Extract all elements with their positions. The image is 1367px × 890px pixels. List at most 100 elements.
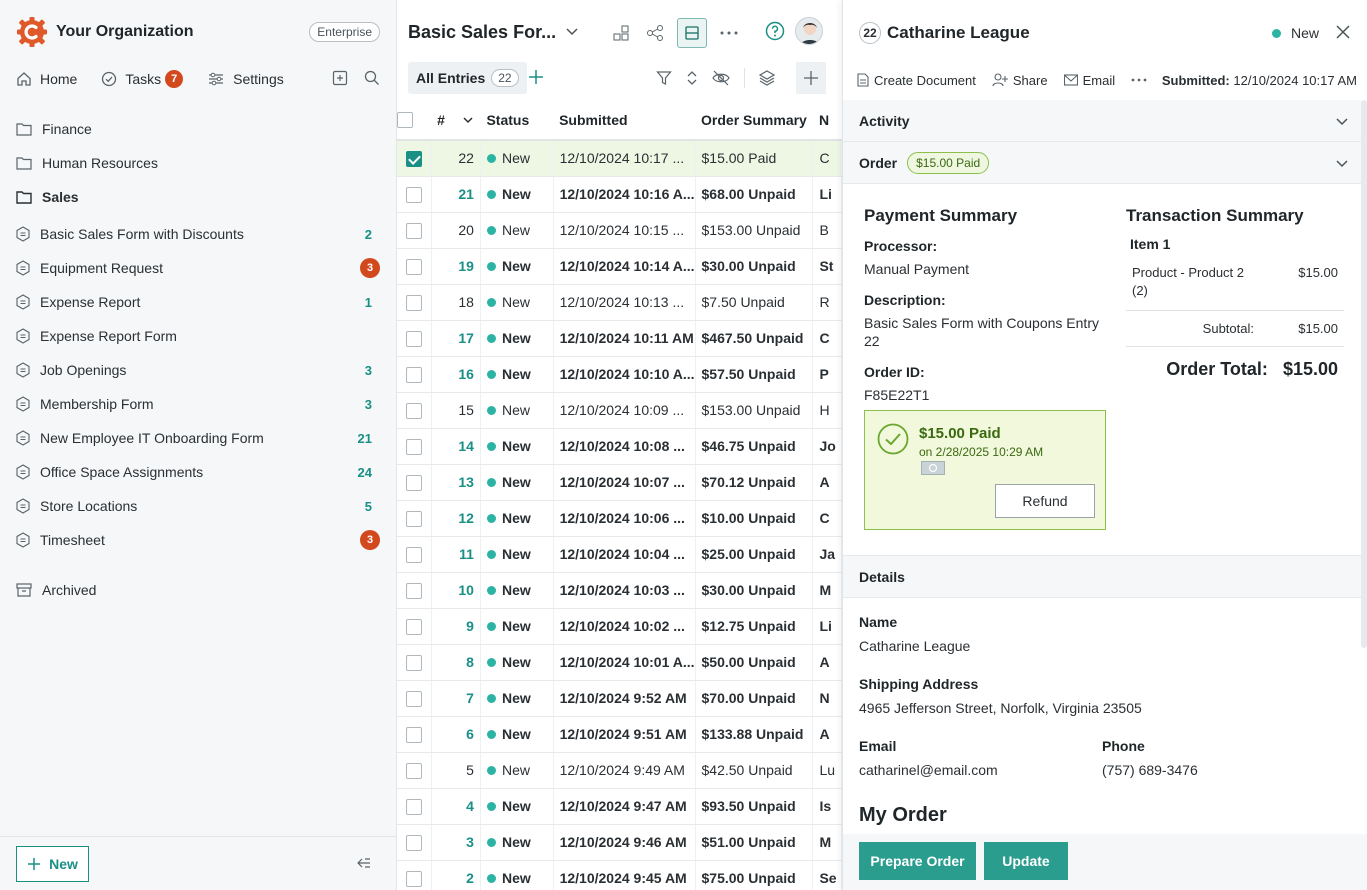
nav-home[interactable]: Home bbox=[16, 71, 77, 87]
row-select-cell[interactable] bbox=[397, 608, 432, 645]
email-button[interactable]: Email bbox=[1063, 73, 1115, 88]
more-icon[interactable] bbox=[717, 19, 741, 47]
submitted-cell[interactable]: 12/10/2024 10:15 ... bbox=[553, 212, 696, 249]
sort-icon[interactable] bbox=[686, 70, 698, 86]
entry-number-cell[interactable]: 12 bbox=[431, 500, 481, 537]
share-nodes-icon[interactable] bbox=[643, 19, 667, 47]
chevron-down-icon[interactable] bbox=[565, 24, 579, 38]
name-cell[interactable]: Jo bbox=[812, 428, 842, 465]
table-row[interactable]: 15 New 12/10/2024 10:09 ... $153.00 Unpaid H bbox=[397, 392, 842, 429]
row-checkbox[interactable] bbox=[405, 798, 422, 815]
status-cell[interactable]: New bbox=[480, 644, 554, 681]
row-select-cell[interactable] bbox=[397, 248, 432, 285]
order-summary-cell[interactable]: $70.12 Unpaid bbox=[695, 464, 814, 501]
submitted-cell[interactable]: 12/10/2024 10:08 ... bbox=[553, 428, 696, 465]
status-cell[interactable]: New bbox=[480, 356, 554, 393]
name-cell[interactable]: C bbox=[812, 500, 842, 537]
filter-icon[interactable] bbox=[656, 70, 672, 86]
name-cell[interactable]: Is bbox=[812, 788, 842, 825]
column-header-status[interactable]: Status bbox=[480, 100, 554, 141]
row-select-cell[interactable] bbox=[397, 680, 432, 717]
name-cell[interactable]: M bbox=[812, 824, 842, 861]
row-checkbox[interactable] bbox=[405, 582, 422, 599]
form-list-item[interactable]: Store Locations 5 bbox=[16, 489, 380, 523]
form-list-item[interactable]: Job Openings 3 bbox=[16, 353, 380, 387]
name-cell[interactable]: A bbox=[812, 644, 842, 681]
table-row[interactable]: 20 New 12/10/2024 10:15 ... $153.00 Unpaid B bbox=[397, 212, 842, 249]
entry-number-cell[interactable]: 19 bbox=[431, 248, 481, 285]
row-select-cell[interactable] bbox=[397, 428, 432, 465]
table-row[interactable]: 7 New 12/10/2024 9:52 AM $70.00 Unpaid N bbox=[397, 680, 842, 717]
add-column-button[interactable] bbox=[796, 62, 826, 94]
row-select-cell[interactable] bbox=[397, 320, 432, 357]
select-all-checkbox[interactable] bbox=[397, 112, 413, 129]
table-row[interactable]: 8 New 12/10/2024 10:01 A... $50.00 Unpaid A bbox=[397, 644, 842, 681]
row-checkbox[interactable] bbox=[405, 330, 422, 347]
nav-settings[interactable]: Settings bbox=[207, 71, 284, 87]
row-checkbox[interactable] bbox=[405, 726, 422, 743]
entry-number-cell[interactable]: 17 bbox=[431, 320, 481, 357]
order-summary-cell[interactable]: $42.50 Unpaid bbox=[695, 752, 814, 789]
update-button[interactable]: Update bbox=[984, 842, 1068, 880]
entry-number-cell[interactable]: 14 bbox=[431, 428, 481, 465]
entry-number-cell[interactable]: 9 bbox=[431, 608, 481, 645]
table-row[interactable]: 17 New 12/10/2024 10:11 AM $467.50 Unpaid C bbox=[397, 320, 842, 357]
row-checkbox[interactable] bbox=[405, 258, 422, 275]
row-select-cell[interactable] bbox=[397, 500, 432, 537]
entry-number-cell[interactable]: 3 bbox=[431, 824, 481, 861]
row-checkbox[interactable] bbox=[405, 546, 422, 563]
row-checkbox[interactable] bbox=[405, 690, 422, 707]
status-cell[interactable]: New bbox=[480, 500, 554, 537]
help-icon[interactable] bbox=[765, 21, 785, 41]
submitted-cell[interactable]: 12/10/2024 10:13 ... bbox=[553, 284, 696, 321]
row-checkbox[interactable] bbox=[405, 366, 422, 383]
status-cell[interactable]: New bbox=[480, 824, 554, 861]
column-header-order-summary[interactable]: Order Summary bbox=[695, 100, 813, 141]
entry-number-cell[interactable]: 21 bbox=[431, 176, 481, 213]
table-row[interactable]: 22 New 12/10/2024 10:17 ... $15.00 Paid C bbox=[397, 140, 842, 177]
form-list-item[interactable]: Expense Report 1 bbox=[16, 285, 380, 319]
name-cell[interactable]: H bbox=[812, 392, 842, 429]
name-cell[interactable]: C bbox=[812, 320, 842, 357]
table-row[interactable]: 12 New 12/10/2024 10:06 ... $10.00 Unpaid C bbox=[397, 500, 842, 537]
entry-number-cell[interactable]: 6 bbox=[431, 716, 481, 753]
table-row[interactable]: 10 New 12/10/2024 10:03 ... $30.00 Unpaid M bbox=[397, 572, 842, 609]
name-cell[interactable]: Se bbox=[812, 860, 842, 890]
archived-item[interactable]: Archived bbox=[16, 573, 96, 607]
entry-number-cell[interactable]: 13 bbox=[431, 464, 481, 501]
entry-number-cell[interactable]: 16 bbox=[431, 356, 481, 393]
order-summary-cell[interactable]: $10.00 Unpaid bbox=[695, 500, 814, 537]
hide-fields-icon[interactable] bbox=[712, 70, 730, 86]
entry-number-cell[interactable]: 4 bbox=[431, 788, 481, 825]
row-select-cell[interactable] bbox=[397, 644, 432, 681]
table-row[interactable]: 4 New 12/10/2024 9:47 AM $93.50 Unpaid Is bbox=[397, 788, 842, 825]
row-checkbox[interactable] bbox=[405, 402, 422, 419]
order-summary-cell[interactable]: $30.00 Unpaid bbox=[695, 248, 814, 285]
status-cell[interactable]: New bbox=[480, 860, 554, 890]
submitted-cell[interactable]: 12/10/2024 9:49 AM bbox=[553, 752, 696, 789]
row-select-cell[interactable] bbox=[397, 284, 432, 321]
table-row[interactable]: 16 New 12/10/2024 10:10 A... $57.50 Unpaid P bbox=[397, 356, 842, 393]
view-all-entries[interactable]: All Entries 22 bbox=[408, 62, 527, 94]
more-icon[interactable] bbox=[1131, 78, 1147, 82]
entry-number-cell[interactable]: 10 bbox=[431, 572, 481, 609]
status-cell[interactable]: New bbox=[480, 392, 554, 429]
prepare-order-button[interactable]: Prepare Order bbox=[859, 842, 976, 880]
workflow-icon[interactable] bbox=[609, 19, 633, 47]
order-summary-cell[interactable]: $15.00 Paid bbox=[695, 140, 814, 177]
entry-number-cell[interactable]: 20 bbox=[431, 212, 481, 249]
create-document-button[interactable]: Create Document bbox=[857, 73, 976, 88]
order-summary-cell[interactable]: $25.00 Unpaid bbox=[695, 536, 814, 573]
new-button[interactable]: New bbox=[16, 846, 89, 882]
layers-icon[interactable] bbox=[759, 70, 775, 86]
status-cell[interactable]: New bbox=[480, 752, 554, 789]
form-list-item[interactable]: Expense Report Form bbox=[16, 319, 380, 353]
table-row[interactable]: 5 New 12/10/2024 9:49 AM $42.50 Unpaid Lu bbox=[397, 752, 842, 789]
table-row[interactable]: 21 New 12/10/2024 10:16 A... $68.00 Unpaid L… bbox=[397, 176, 842, 213]
row-select-cell[interactable] bbox=[397, 536, 432, 573]
folder-item-sales[interactable]: Sales bbox=[16, 180, 380, 214]
submitted-cell[interactable]: 12/10/2024 10:11 AM bbox=[553, 320, 696, 357]
column-header-submitted[interactable]: Submitted bbox=[553, 100, 696, 141]
submitted-cell[interactable]: 12/10/2024 9:51 AM bbox=[553, 716, 696, 753]
order-summary-cell[interactable]: $133.88 Unpaid bbox=[695, 716, 814, 753]
